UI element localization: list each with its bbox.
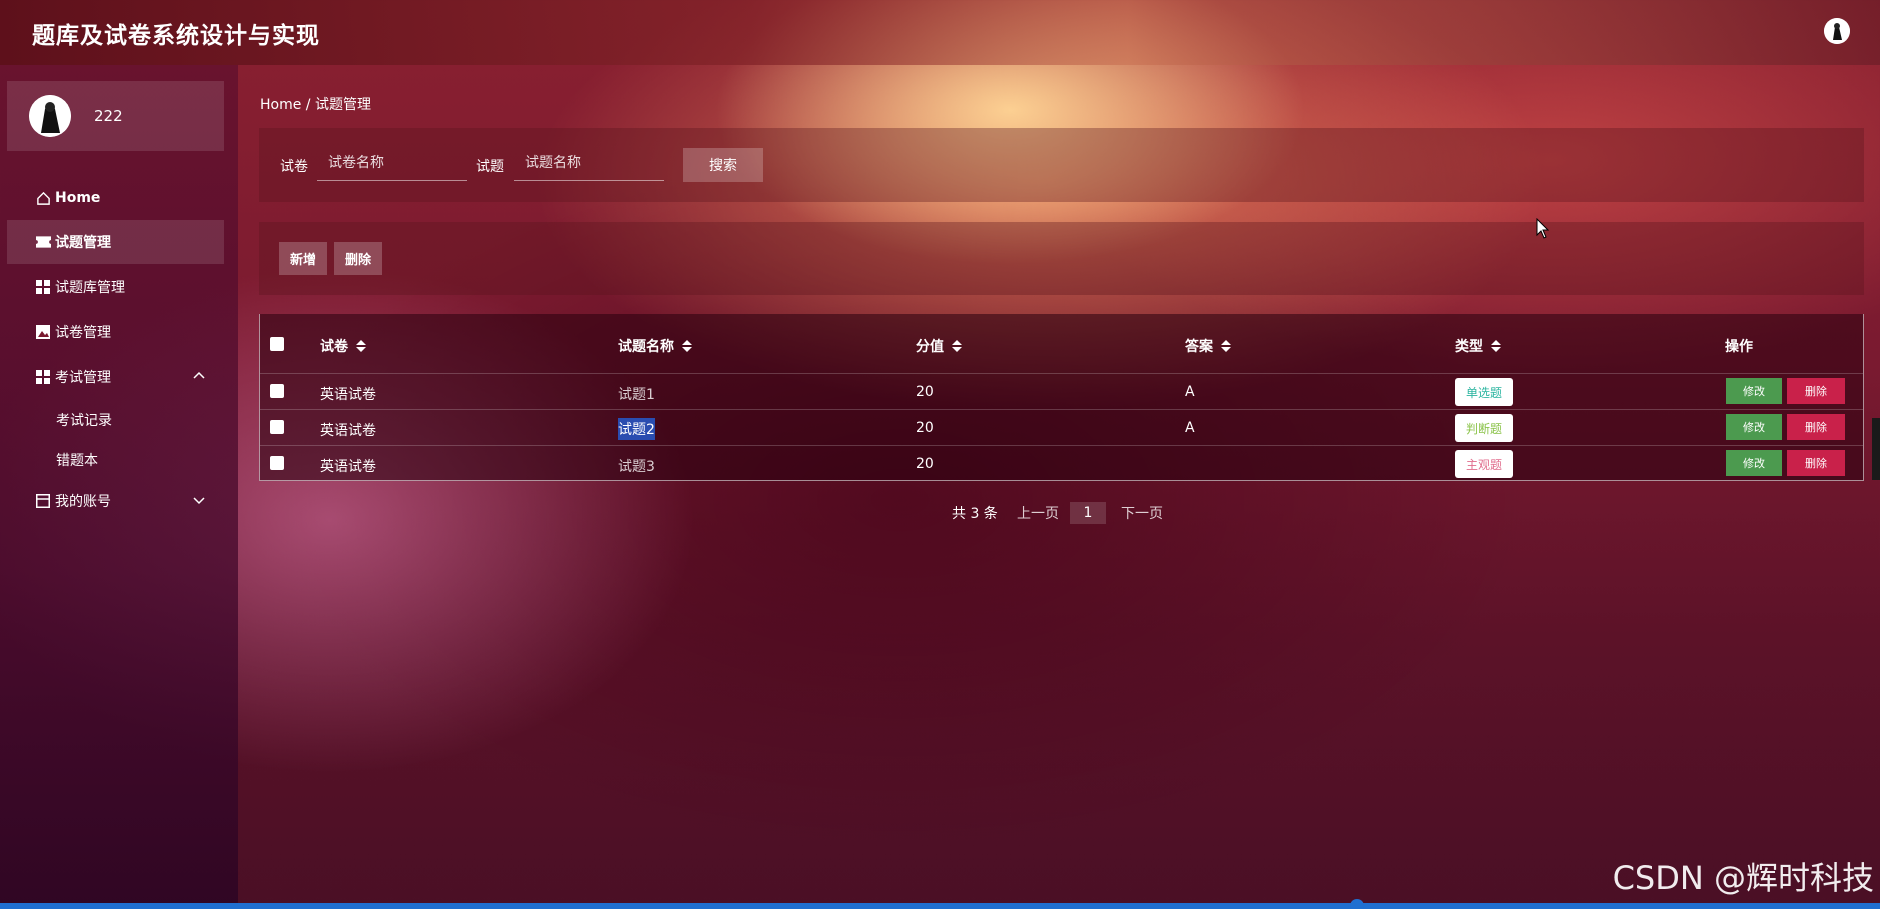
image-icon	[35, 324, 51, 340]
pagination-page-1[interactable]: 1	[1070, 502, 1106, 524]
question-label: 试题	[476, 159, 504, 175]
cell-paper: 英语试卷	[320, 387, 376, 403]
row-checkbox[interactable]	[270, 456, 284, 470]
search-button[interactable]: 搜索	[683, 148, 763, 182]
row-checkbox[interactable]	[270, 384, 284, 398]
action-panel: 新增 删除	[259, 222, 1864, 295]
sidebar-item-label: 我的账号	[55, 494, 111, 510]
column-header-paper[interactable]: 试卷	[320, 336, 366, 356]
chevron-down-icon	[192, 493, 206, 507]
sidebar-item-label: 试题管理	[55, 235, 111, 251]
sidebar-item-my-account[interactable]: 我的账号	[7, 479, 224, 523]
sidebar-item-label: 试卷管理	[55, 325, 111, 341]
cell-answer: A	[1185, 420, 1195, 436]
column-header-label: 类型	[1455, 339, 1483, 355]
type-tag: 主观题	[1455, 450, 1513, 478]
delete-button[interactable]: 删除	[1787, 378, 1845, 404]
sidebar-subitem-wrong-book[interactable]: 错题本	[56, 450, 98, 470]
pagination-prev[interactable]: 上一页	[1017, 503, 1059, 523]
sidebar-item-papers[interactable]: 试卷管理	[7, 310, 224, 354]
question-name-input[interactable]	[514, 145, 664, 181]
sort-icon	[682, 340, 692, 352]
column-header-question[interactable]: 试题名称	[618, 336, 692, 356]
questions-table: 试卷 试题名称 分值 答案 类型 操作 英语试卷 试题1 20 A 单选题 修改…	[259, 314, 1864, 481]
watermark: CSDN @辉时科技	[1612, 859, 1874, 897]
bulk-delete-button[interactable]: 删除	[334, 242, 382, 275]
grid-icon	[35, 279, 51, 295]
delete-button[interactable]: 删除	[1787, 414, 1845, 440]
search-panel: 试卷 试题 搜索	[259, 128, 1864, 202]
sidebar-item-exams[interactable]: 考试管理	[7, 355, 224, 399]
add-button[interactable]: 新增	[279, 242, 327, 275]
pagination-next[interactable]: 下一页	[1121, 503, 1163, 523]
sort-icon	[1221, 340, 1231, 352]
select-all-checkbox[interactable]	[270, 337, 284, 351]
user-avatar	[29, 95, 71, 137]
app-title: 题库及试卷系统设计与实现	[32, 22, 320, 49]
bottom-progress-bar	[0, 899, 1880, 909]
chevron-up-icon	[192, 369, 206, 383]
cell-score: 20	[916, 384, 934, 400]
edit-button[interactable]: 修改	[1726, 450, 1782, 476]
cell-question: 试题1	[618, 387, 655, 403]
pagination-total: 共 3 条	[952, 506, 998, 522]
progress-knob[interactable]	[1350, 899, 1364, 909]
sort-icon	[952, 340, 962, 352]
paper-name-input[interactable]	[317, 145, 467, 181]
sidebar-item-questions[interactable]: 试题管理	[7, 220, 224, 264]
column-header-answer[interactable]: 答案	[1185, 336, 1231, 356]
column-header-label: 试题名称	[618, 339, 674, 355]
grid-icon	[35, 369, 51, 385]
table-row[interactable]: 英语试卷 试题3 20 主观题 修改 删除	[260, 446, 1863, 482]
type-tag: 单选题	[1455, 378, 1513, 406]
type-tag: 判断题	[1455, 414, 1513, 442]
home-icon	[35, 190, 51, 206]
column-header-score[interactable]: 分值	[916, 336, 962, 356]
user-name: 222	[94, 107, 123, 125]
cell-score: 20	[916, 420, 934, 436]
sidebar: 222 Home 试题管理 试题库管理 试卷管理 考试管理 考试记录 错题本 我…	[0, 65, 238, 909]
table-row[interactable]: 英语试卷 试题1 20 A 单选题 修改 删除	[260, 374, 1863, 410]
window-icon	[35, 493, 51, 509]
paper-label: 试卷	[280, 159, 308, 175]
mouse-cursor-icon	[1536, 217, 1550, 244]
column-header-label: 试卷	[320, 339, 348, 355]
sidebar-subitem-exam-records[interactable]: 考试记录	[56, 410, 112, 430]
cell-paper: 英语试卷	[320, 423, 376, 439]
cell-answer: A	[1185, 384, 1195, 400]
column-header-label: 答案	[1185, 339, 1213, 355]
edit-button[interactable]: 修改	[1726, 378, 1782, 404]
top-bar: 题库及试卷系统设计与实现	[0, 0, 1880, 65]
user-card: 222	[7, 81, 224, 151]
sidebar-item-label: 考试管理	[55, 370, 111, 386]
ticket-icon	[35, 234, 51, 250]
cell-question: 试题3	[618, 459, 655, 475]
cell-question-selected: 试题2	[618, 418, 655, 440]
sidebar-item-question-bank[interactable]: 试题库管理	[7, 265, 224, 309]
cell-paper: 英语试卷	[320, 459, 376, 475]
sort-icon	[1491, 340, 1501, 352]
edit-button[interactable]: 修改	[1726, 414, 1782, 440]
sidebar-item-home[interactable]: Home	[7, 176, 224, 220]
header-avatar[interactable]	[1824, 18, 1850, 44]
column-header-actions: 操作	[1725, 339, 1753, 355]
column-header-type[interactable]: 类型	[1455, 336, 1501, 356]
breadcrumb: Home / 试题管理	[260, 97, 371, 113]
row-checkbox[interactable]	[270, 420, 284, 434]
table-header: 试卷 试题名称 分值 答案 类型 操作	[260, 314, 1863, 374]
delete-button[interactable]: 删除	[1787, 450, 1845, 476]
table-row[interactable]: 英语试卷 试题2 20 A 判断题 修改 删除	[260, 410, 1863, 446]
sort-icon	[356, 340, 366, 352]
cell-score: 20	[916, 456, 934, 472]
sidebar-item-label: 试题库管理	[55, 280, 125, 296]
column-header-label: 分值	[916, 339, 944, 355]
side-scroll-handle[interactable]	[1872, 418, 1880, 480]
sidebar-item-label: Home	[55, 190, 101, 206]
